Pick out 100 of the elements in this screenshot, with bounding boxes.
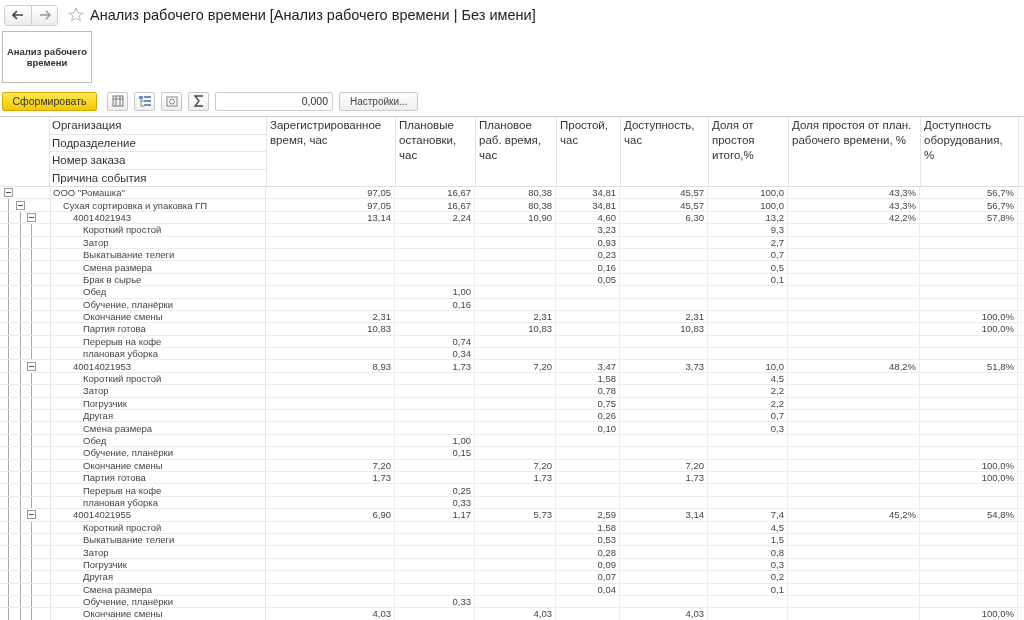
table-cell: 2,2 xyxy=(770,397,784,409)
row-label: Обед xyxy=(82,286,107,298)
table-cell: 4,60 xyxy=(597,211,616,223)
table-cell: 7,20 xyxy=(372,459,391,471)
row-label: Выкатывание телеги xyxy=(82,534,175,546)
row-label: плановая уборка xyxy=(82,348,159,360)
collapse-toggle[interactable] xyxy=(27,212,36,222)
table-cell: 13,14 xyxy=(367,211,391,223)
table-cell: 4,03 xyxy=(372,608,391,620)
table-cell: 7,4 xyxy=(770,509,784,521)
row-label: Другая xyxy=(82,410,114,422)
table-cell: 0,1 xyxy=(770,273,784,285)
row-label: 40014021953 xyxy=(72,360,132,372)
table-cell: 97,05 xyxy=(367,187,391,199)
collapse-toggle[interactable] xyxy=(4,188,13,198)
row-label: Обед xyxy=(82,435,107,446)
table-cell: 10,83 xyxy=(528,323,552,335)
table-cell: 4,03 xyxy=(533,608,552,620)
row-label: Затор xyxy=(82,385,109,397)
table-cell: 2,31 xyxy=(533,311,552,323)
row-label: Затор xyxy=(82,546,109,558)
table-cell: 0,04 xyxy=(597,583,616,595)
settings-button[interactable]: Настройки... xyxy=(339,91,419,111)
row-label: 40014021943 xyxy=(72,211,132,223)
row-label: Выкатывание телеги xyxy=(82,249,175,261)
row-label: Окончание смены xyxy=(82,459,163,471)
table-cell: 0,75 xyxy=(597,397,616,409)
table-cell: 0,25 xyxy=(452,484,471,496)
table-cell: 0,34 xyxy=(452,348,471,360)
table-cell: 7,20 xyxy=(533,459,552,471)
table-cell: 100,0 xyxy=(760,199,784,211)
table-cell: 0,16 xyxy=(597,261,616,273)
generate-button[interactable]: Сформировать xyxy=(2,91,97,111)
table-cell: 80,38 xyxy=(528,199,552,211)
sum-icon[interactable] xyxy=(188,91,209,111)
table-cell: 43,3% xyxy=(889,199,916,211)
table-cell: 4,03 xyxy=(685,608,704,620)
row-label: Партия готова xyxy=(82,323,146,335)
row-label: Перерыв на кофе xyxy=(82,484,162,496)
table-cell: 0,93 xyxy=(597,236,616,248)
column-header: Плановое раб. время, час xyxy=(476,117,557,186)
table-cell: 2,24 xyxy=(452,211,471,223)
row-label: Брак в сырье xyxy=(82,273,142,285)
row-label: Короткий простой xyxy=(82,224,162,236)
row-label: плановая уборка xyxy=(82,496,159,508)
table-cell: 43,3% xyxy=(889,187,916,199)
collapse-toggle[interactable] xyxy=(27,510,36,520)
star-icon[interactable] xyxy=(68,7,84,23)
table-cell: 0,33 xyxy=(452,596,471,608)
table-cell: 0,74 xyxy=(452,335,471,347)
table-cell: 3,47 xyxy=(597,360,616,372)
row-label: Смена размера xyxy=(82,422,153,434)
row-label: Смена размера xyxy=(82,261,153,273)
collapse-toggle[interactable] xyxy=(15,200,25,210)
table-cell: 51,8% xyxy=(987,360,1014,372)
table-cell: 2,2 xyxy=(770,385,784,397)
tree-list-icon[interactable] xyxy=(134,91,155,111)
table-cell: 1,5 xyxy=(770,534,784,546)
table-cell: 0,3 xyxy=(770,422,784,434)
table-cell: 54,8% xyxy=(987,509,1014,521)
table-cell: 6,30 xyxy=(685,211,704,223)
table-cell: 13,2 xyxy=(765,211,784,223)
table-cell: 100,0% xyxy=(981,608,1014,620)
table-cell: 3,73 xyxy=(685,360,704,372)
table-cell: 100,0 xyxy=(760,187,784,199)
table-cell: 1,73 xyxy=(452,360,471,372)
table-cell: 0,8 xyxy=(770,546,784,558)
table-cell: 0,7 xyxy=(770,249,784,261)
table-cell: 0,1 xyxy=(770,583,784,595)
row-label: Смена размера xyxy=(82,583,153,595)
row-label: Другая xyxy=(82,571,114,583)
back-button[interactable] xyxy=(5,5,31,25)
row-label: Обучение, планёрки xyxy=(82,298,173,310)
table-cell: 3,14 xyxy=(685,509,704,521)
column-header: Доступность, час xyxy=(621,117,709,186)
table-cell: 7,20 xyxy=(685,459,704,471)
table-cell: 0,3 xyxy=(770,558,784,570)
table-icon[interactable] xyxy=(107,91,128,111)
column-header: Подразделение xyxy=(50,134,266,152)
report-variant-button[interactable]: Анализ рабочего времени xyxy=(2,31,92,83)
column-header: Номер заказа xyxy=(50,152,266,170)
table-cell: 0,15 xyxy=(452,447,471,459)
column-header: Доступность оборудования, % xyxy=(921,117,1019,186)
table-cell: 0,2 xyxy=(770,571,784,583)
column-header: Простой, час xyxy=(557,117,621,186)
table-cell: 0,16 xyxy=(452,298,471,310)
table-cell: 5,73 xyxy=(533,509,552,521)
table-cell: 16,67 xyxy=(447,199,471,211)
table-cell: 4,5 xyxy=(770,373,784,385)
table-cell: 2,31 xyxy=(685,311,704,323)
row-label: Окончание смены xyxy=(82,608,163,620)
table-cell: 1,00 xyxy=(452,286,471,298)
sum-field[interactable]: 0,000 xyxy=(215,91,333,111)
row-label: Перерыв на кофе xyxy=(82,335,162,347)
row-label: Погрузчик xyxy=(82,558,127,570)
table-cell: 42,2% xyxy=(889,211,916,223)
table-cell: 45,57 xyxy=(680,187,704,199)
table-cell: 10,83 xyxy=(367,323,391,335)
collapse-toggle[interactable] xyxy=(27,361,36,371)
table-cell: 0,23 xyxy=(597,249,616,261)
